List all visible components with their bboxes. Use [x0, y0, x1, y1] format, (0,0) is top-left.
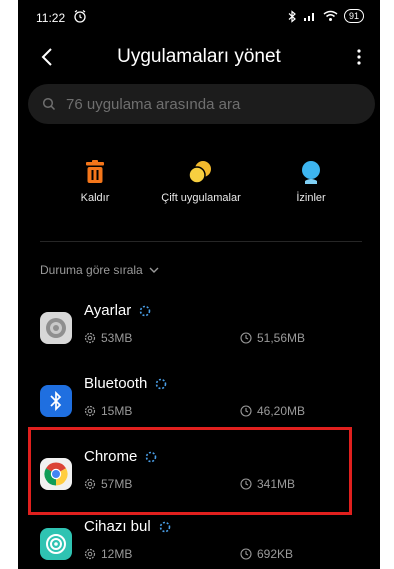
app-size: 15MB [101, 404, 133, 418]
bluetooth-status-icon [288, 9, 296, 23]
permissions-icon [302, 161, 320, 184]
loading-spinner-icon [159, 521, 171, 532]
sort-label: Duruma göre sırala [40, 263, 143, 277]
wifi-icon [323, 10, 338, 21]
search-input[interactable] [64, 94, 348, 114]
app-name: Cihazı bul [84, 518, 151, 535]
app-size: 53MB [101, 331, 133, 345]
chevron-down-icon [149, 267, 159, 273]
storage-gear-icon [84, 548, 96, 560]
status-bar: 11:22 91 [18, 0, 380, 34]
app-name: Ayarlar [84, 302, 132, 319]
app-name: Bluetooth [84, 375, 148, 392]
sort-dropdown[interactable]: Duruma göre sırala [40, 263, 159, 277]
action-row: Kaldır Çift uygulamalar İzinler [18, 160, 380, 220]
uninstall-label: Kaldır [80, 192, 110, 204]
app-usage: 46,20MB [257, 404, 306, 418]
find-device-app-icon [40, 528, 72, 560]
clock-icon [240, 548, 252, 560]
dual-apps-button[interactable]: Çift uygulamalar [151, 160, 251, 204]
list-item-cihazi-bul[interactable]: Cihazı bul 12MB 692KB [18, 514, 380, 569]
uninstall-button[interactable]: Kaldır [70, 160, 120, 204]
divider [40, 241, 362, 242]
app-size: 12MB [101, 547, 133, 561]
dual-apps-icon [188, 161, 211, 184]
app-usage: 51,56MB [257, 331, 306, 345]
clock-icon [240, 332, 252, 344]
phone-screen: 11:22 91 Uygulamaları yönet 76 uygulama … [18, 0, 380, 569]
list-item-bluetooth[interactable]: Bluetooth 15MB 46,20MB [18, 371, 380, 433]
search-icon [42, 97, 56, 111]
storage-gear-icon [84, 332, 96, 344]
trash-icon [86, 160, 104, 183]
app-usage: 692KB [257, 547, 294, 561]
status-time: 11:22 [36, 11, 66, 25]
page-title: Uygulamaları yönet [117, 46, 281, 67]
loading-spinner-icon [156, 378, 167, 389]
battery-indicator: 91 [343, 9, 364, 23]
permissions-button[interactable]: İzinler [286, 160, 336, 204]
alarm-icon [74, 10, 86, 23]
permissions-label: İzinler [296, 192, 326, 204]
clock-icon [240, 405, 252, 417]
app-bar: Uygulamaları yönet [18, 36, 380, 80]
list-item-ayarlar[interactable]: Ayarlar 53MB 51,56MB [18, 298, 380, 360]
dual-apps-label: Çift uygulamalar [161, 192, 241, 204]
storage-gear-icon [84, 405, 96, 417]
search-bar[interactable] [28, 84, 375, 124]
highlight-box [28, 427, 352, 515]
bluetooth-app-icon [40, 385, 72, 417]
settings-app-icon [40, 312, 72, 344]
more-options-icon[interactable] [352, 46, 366, 68]
loading-spinner-icon [139, 305, 151, 316]
signal-icon [303, 13, 314, 21]
